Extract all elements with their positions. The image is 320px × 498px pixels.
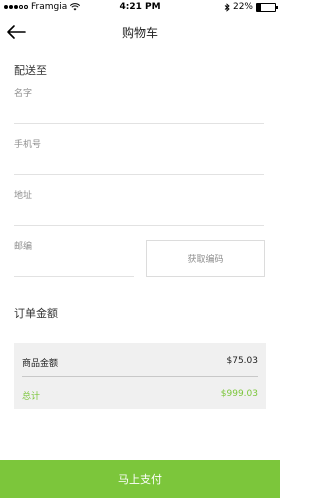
subtotal-label: 商品金额 [22,359,59,369]
name-field[interactable]: 名字 [14,86,264,124]
name-input[interactable] [14,98,264,118]
get-code-button[interactable]: 获取编码 [146,240,265,277]
battery-fill [257,3,261,11]
phone-field[interactable]: 手机号 [14,137,264,175]
order-section-title: 订单金额 [14,307,58,320]
phone-input[interactable] [14,149,264,169]
back-arrow-icon[interactable] [6,24,26,40]
status-bar: Framgia 4:21 PM 22% [0,0,280,14]
status-right: 22% [224,2,278,12]
total-label: 总计 [22,392,41,402]
total-value: $999.03 [220,389,258,399]
shipping-section-title: 配送至 [14,64,47,77]
order-summary: 商品金额 $75.03 总计 $999.03 [14,343,266,409]
address-field[interactable]: 地址 [14,188,264,226]
bluetooth-icon [224,2,230,12]
zip-field[interactable]: 邮编 [14,239,134,277]
battery-percent: 22% [232,2,253,12]
subtotal-value: $75.03 [226,356,259,366]
pay-now-button[interactable]: 马上支付 [0,460,280,498]
page-title: 购物车 [121,26,158,40]
battery-icon [256,2,278,12]
summary-divider [22,376,258,377]
address-input[interactable] [14,200,264,220]
zip-input[interactable] [14,251,134,271]
nav-bar: 购物车 [0,14,280,50]
